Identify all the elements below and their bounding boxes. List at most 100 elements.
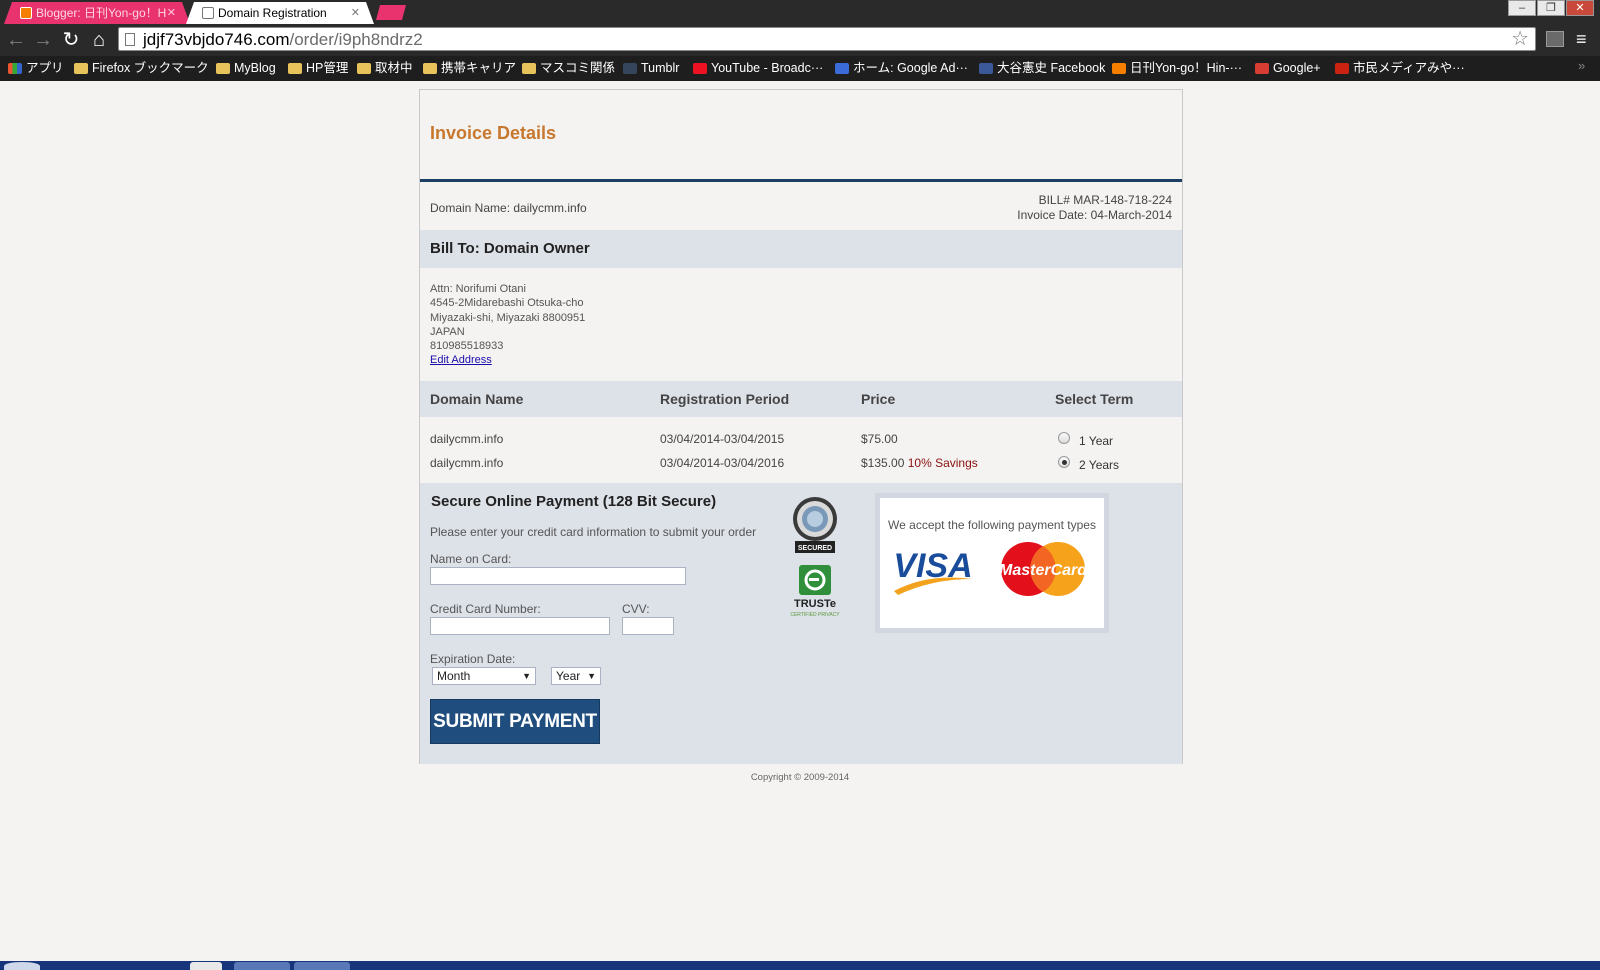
payment-description: Please enter your credit card informatio… bbox=[430, 525, 757, 539]
secured-seal-icon: SECURED bbox=[793, 497, 837, 553]
taskbar-app[interactable] bbox=[234, 962, 290, 970]
bookmark-hp[interactable]: HP管理 bbox=[288, 56, 348, 81]
price-value: $135.00 bbox=[861, 456, 905, 470]
name-on-card-input[interactable] bbox=[430, 567, 686, 585]
table-cell-domain: dailycmm.info bbox=[430, 432, 504, 446]
column-header: Domain Name bbox=[430, 391, 524, 407]
address-line1: 4545-2Midarebashi Otsuka-cho bbox=[430, 297, 584, 310]
chevron-down-icon: ▼ bbox=[522, 671, 531, 681]
truste-seal-icon: TRUSTe CERTIFIED PRIVACY bbox=[790, 565, 840, 618]
bookmark-label: 日刊Yon-go！Hin-··· bbox=[1130, 61, 1243, 75]
term-label[interactable]: 1 Year bbox=[1079, 434, 1113, 448]
bookmark-masscomm[interactable]: マスコミ関係 bbox=[522, 56, 615, 81]
forward-icon[interactable]: → bbox=[32, 29, 54, 51]
bill-to-heading: Bill To: Domain Owner bbox=[430, 240, 590, 257]
year-select[interactable]: Year ▼ bbox=[551, 667, 601, 685]
address-bar[interactable]: jdjf73vbjdo746.com/order/i9ph8ndrz2 ☆ bbox=[118, 27, 1536, 51]
table-cell-period: 03/04/2014-03/04/2015 bbox=[660, 432, 785, 446]
tab-title: Blogger: 日刊Yon-go！H bbox=[36, 6, 167, 20]
bookmark-google-ads[interactable]: ホーム: Google Ad··· bbox=[835, 56, 968, 81]
bookmark-shimin[interactable]: 市民メディアみや··· bbox=[1335, 56, 1465, 81]
back-icon[interactable]: ← bbox=[5, 29, 27, 51]
restore-button[interactable]: ❐ bbox=[1537, 0, 1565, 16]
tab-domain-registration[interactable]: Domain Registration ✕ bbox=[186, 2, 374, 24]
invoice-date: Invoice Date: 04-March-2014 bbox=[1017, 208, 1172, 222]
year-select-value: Year bbox=[556, 669, 581, 683]
new-tab-button[interactable] bbox=[376, 5, 406, 20]
bill-number: BILL# MAR-148-718-224 bbox=[1038, 193, 1172, 207]
bookmarks-overflow-icon[interactable]: » bbox=[1578, 58, 1585, 73]
bookmark-tumblr[interactable]: Tumblr bbox=[623, 56, 679, 81]
edit-address-link[interactable]: Edit Address bbox=[430, 353, 585, 367]
month-select-value: Month bbox=[437, 669, 471, 683]
invoice-panel: Invoice Details Domain Name: dailycmm.in… bbox=[419, 89, 1183, 764]
divider bbox=[420, 179, 1182, 182]
url-host: jdjf73vbjdo746.com bbox=[143, 30, 290, 49]
start-button[interactable] bbox=[4, 962, 40, 970]
bookmark-carrier[interactable]: 携帯キャリア bbox=[423, 56, 516, 81]
payment-heading: Secure Online Payment (128 Bit Secure) bbox=[431, 493, 717, 510]
close-tab-icon[interactable]: ✕ bbox=[351, 2, 360, 24]
visa-logo-icon: VISA bbox=[893, 547, 973, 595]
cvv-input[interactable] bbox=[622, 617, 674, 635]
bookmark-apps[interactable]: アプリ bbox=[8, 56, 64, 81]
accepted-cards-box: We accept the following payment types VI… bbox=[875, 493, 1109, 633]
bookmark-myblog[interactable]: MyBlog bbox=[216, 56, 276, 81]
address-country: JAPAN bbox=[430, 325, 465, 338]
bookmark-star-icon[interactable]: ☆ bbox=[1511, 28, 1529, 50]
url-path: /order/i9ph8ndrz2 bbox=[289, 30, 423, 49]
facebook-icon bbox=[979, 63, 993, 74]
card-number-input[interactable] bbox=[430, 617, 610, 635]
menu-icon[interactable]: ≡ bbox=[1576, 28, 1587, 50]
chevron-down-icon: ▼ bbox=[587, 671, 596, 681]
taskbar-app[interactable] bbox=[190, 962, 222, 970]
tab-blogger[interactable]: Blogger: 日刊Yon-go！H ✕ bbox=[4, 2, 190, 24]
name-on-card-label: Name on Card: bbox=[430, 552, 512, 566]
table-cell-price: $135.00 10% Savings bbox=[861, 456, 978, 470]
home-icon[interactable]: ⌂ bbox=[88, 29, 110, 51]
domain-name-line: Domain Name: dailycmm.info bbox=[430, 201, 587, 215]
minimize-button[interactable]: – bbox=[1508, 0, 1536, 16]
bookmark-label: 大谷憲史 Facebook bbox=[997, 61, 1106, 75]
bookmark-label: ホーム: Google Ad··· bbox=[853, 61, 968, 75]
gplus-icon bbox=[1255, 63, 1269, 74]
close-window-button[interactable]: ✕ bbox=[1566, 0, 1594, 16]
bookmark-youtube[interactable]: YouTube - Broadc··· bbox=[693, 56, 823, 81]
folder-icon bbox=[216, 63, 230, 74]
month-select[interactable]: Month ▼ bbox=[432, 667, 536, 685]
truste-seal-text: TRUSTe bbox=[794, 598, 836, 610]
shimin-icon bbox=[1335, 63, 1349, 74]
taskbar-app[interactable] bbox=[294, 962, 350, 970]
close-tab-icon[interactable]: ✕ bbox=[167, 2, 176, 24]
secured-seal-text: SECURED bbox=[798, 545, 832, 552]
bookmark-label: 市民メディアみや··· bbox=[1353, 61, 1465, 75]
folder-icon bbox=[288, 63, 302, 74]
folder-icon bbox=[423, 63, 437, 74]
address-phone: 810985518933 bbox=[430, 340, 504, 353]
term-radio-1-year[interactable] bbox=[1058, 432, 1070, 444]
copyright: Copyright © 2009-2014 bbox=[750, 772, 850, 783]
url-text[interactable]: jdjf73vbjdo746.com/order/i9ph8ndrz2 bbox=[143, 29, 423, 51]
bookmark-label: HP管理 bbox=[306, 61, 349, 75]
bookmark-label: YouTube - Broadc··· bbox=[711, 61, 824, 75]
page-content: Invoice Details Domain Name: dailycmm.in… bbox=[0, 81, 1600, 961]
term-radio-2-years[interactable] bbox=[1058, 456, 1070, 468]
tab-title: Domain Registration bbox=[218, 6, 327, 20]
bookmark-label: Google+ bbox=[1273, 61, 1321, 75]
bookmark-blog[interactable]: 日刊Yon-go！Hin-··· bbox=[1112, 56, 1242, 81]
bookmark-shuzai[interactable]: 取材中 bbox=[357, 56, 413, 81]
tab-strip: Blogger: 日刊Yon-go！H ✕ Domain Registratio… bbox=[0, 0, 1600, 24]
bookmark-firefox[interactable]: Firefox ブックマーク bbox=[74, 56, 209, 81]
bookmark-label: アプリ bbox=[26, 61, 64, 75]
bookmark-gplus[interactable]: Google+ bbox=[1255, 56, 1321, 81]
bookmark-facebook[interactable]: 大谷憲史 Facebook bbox=[979, 56, 1105, 81]
submit-payment-button[interactable]: SUBMIT PAYMENT bbox=[430, 699, 600, 744]
reload-icon[interactable]: ↻ bbox=[60, 29, 82, 51]
bookmark-label: 携帯キャリア bbox=[441, 61, 517, 75]
taskbar bbox=[0, 961, 1600, 970]
price-value: $75.00 bbox=[861, 432, 898, 446]
extension-icon[interactable] bbox=[1546, 31, 1564, 47]
term-label[interactable]: 2 Years bbox=[1079, 458, 1119, 472]
table-cell-price: $75.00 bbox=[861, 432, 898, 446]
column-header: Select Term bbox=[1055, 391, 1134, 407]
